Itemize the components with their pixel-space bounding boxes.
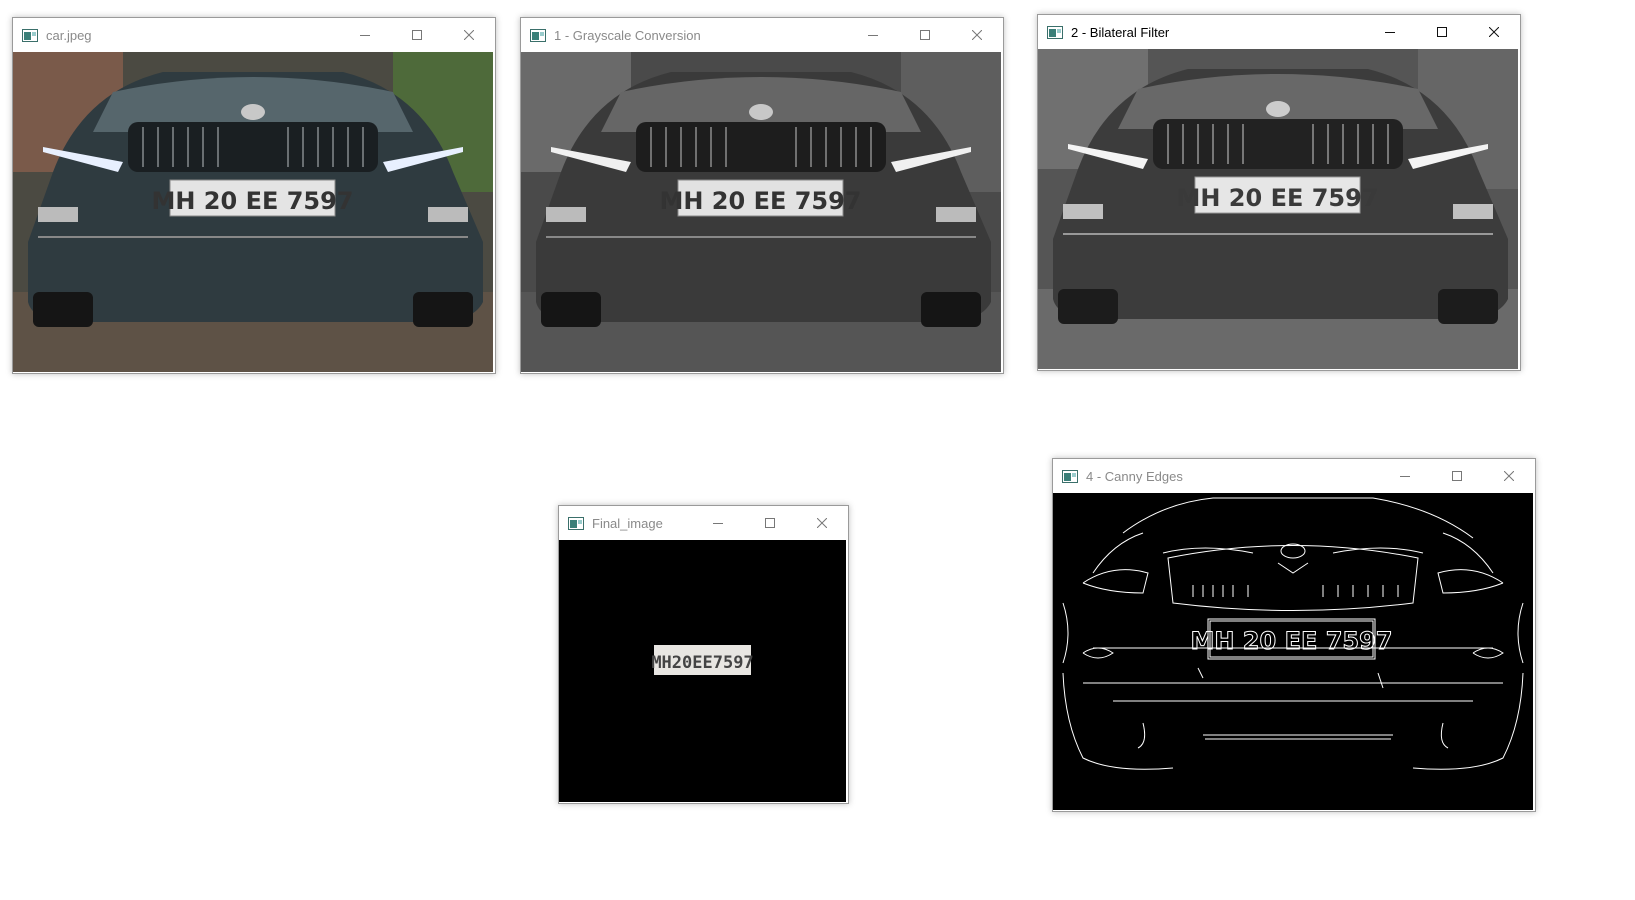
window-final-image[interactable]: Final_image MH20EE7597 [558, 505, 849, 804]
maximize-button[interactable] [391, 18, 443, 52]
window-canny-edges[interactable]: 4 - Canny Edges MH 20 EE 7597 [1052, 458, 1536, 812]
minimize-button[interactable] [1379, 459, 1431, 493]
maximize-icon [765, 518, 775, 528]
titlebar[interactable]: car.jpeg [13, 18, 495, 52]
maximize-button[interactable] [1416, 15, 1468, 49]
minimize-icon [868, 35, 878, 36]
opencv-window-icon [22, 28, 38, 42]
maximize-icon [920, 30, 930, 40]
minimize-button[interactable] [339, 18, 391, 52]
plate-text: MH 20 EE 7597 [659, 187, 861, 215]
minimize-button[interactable] [692, 506, 744, 540]
bilateral-filter-image: MH 20 EE 7597 [1038, 49, 1518, 369]
opencv-window-icon [1047, 25, 1063, 39]
opencv-window-icon [1062, 469, 1078, 483]
close-icon [817, 518, 827, 528]
close-button[interactable] [951, 18, 1003, 52]
final-plate-image: MH20EE7597 [559, 540, 846, 802]
close-button[interactable] [1483, 459, 1535, 493]
close-icon [972, 30, 982, 40]
final-plate-text: MH20EE7597 [651, 653, 753, 673]
window-car-jpeg[interactable]: car.jpeg MH 20 EE 7597 [12, 17, 496, 374]
minimize-button[interactable] [1364, 15, 1416, 49]
maximize-button[interactable] [899, 18, 951, 52]
close-button[interactable] [443, 18, 495, 52]
window-title: 4 - Canny Edges [1086, 468, 1183, 484]
maximize-icon [1452, 471, 1462, 481]
grayscale-image: MH 20 EE 7597 [521, 52, 1001, 372]
minimize-button[interactable] [847, 18, 899, 52]
close-button[interactable] [1468, 15, 1520, 49]
car-color-image: MH 20 EE 7597 [13, 52, 493, 372]
maximize-icon [412, 30, 422, 40]
window-title: 2 - Bilateral Filter [1071, 24, 1170, 40]
minimize-icon [1385, 32, 1395, 33]
minimize-icon [713, 523, 723, 524]
plate-text-edges: MH 20 EE 7597 [1190, 627, 1392, 655]
canny-edges-image: MH 20 EE 7597 [1053, 493, 1533, 810]
minimize-icon [1400, 476, 1410, 477]
window-grayscale[interactable]: 1 - Grayscale Conversion MH 20 EE 7597 [520, 17, 1004, 374]
maximize-icon [1437, 27, 1447, 37]
window-title: 1 - Grayscale Conversion [554, 27, 701, 43]
close-icon [1489, 27, 1499, 37]
close-icon [464, 30, 474, 40]
minimize-icon [360, 35, 370, 36]
window-title: Final_image [592, 515, 663, 531]
plate-text: MH 20 EE 7597 [1176, 184, 1378, 212]
window-bilateral-filter[interactable]: 2 - Bilateral Filter MH 20 EE 7597 [1037, 14, 1521, 371]
opencv-window-icon [530, 28, 546, 42]
titlebar[interactable]: 4 - Canny Edges [1053, 459, 1535, 493]
titlebar[interactable]: 1 - Grayscale Conversion [521, 18, 1003, 52]
titlebar[interactable]: 2 - Bilateral Filter [1038, 15, 1520, 49]
maximize-button[interactable] [1431, 459, 1483, 493]
window-title: car.jpeg [46, 27, 92, 43]
close-icon [1504, 471, 1514, 481]
titlebar[interactable]: Final_image [559, 506, 848, 540]
maximize-button[interactable] [744, 506, 796, 540]
opencv-window-icon [568, 516, 584, 530]
close-button[interactable] [796, 506, 848, 540]
plate-text: MH 20 EE 7597 [151, 187, 353, 215]
